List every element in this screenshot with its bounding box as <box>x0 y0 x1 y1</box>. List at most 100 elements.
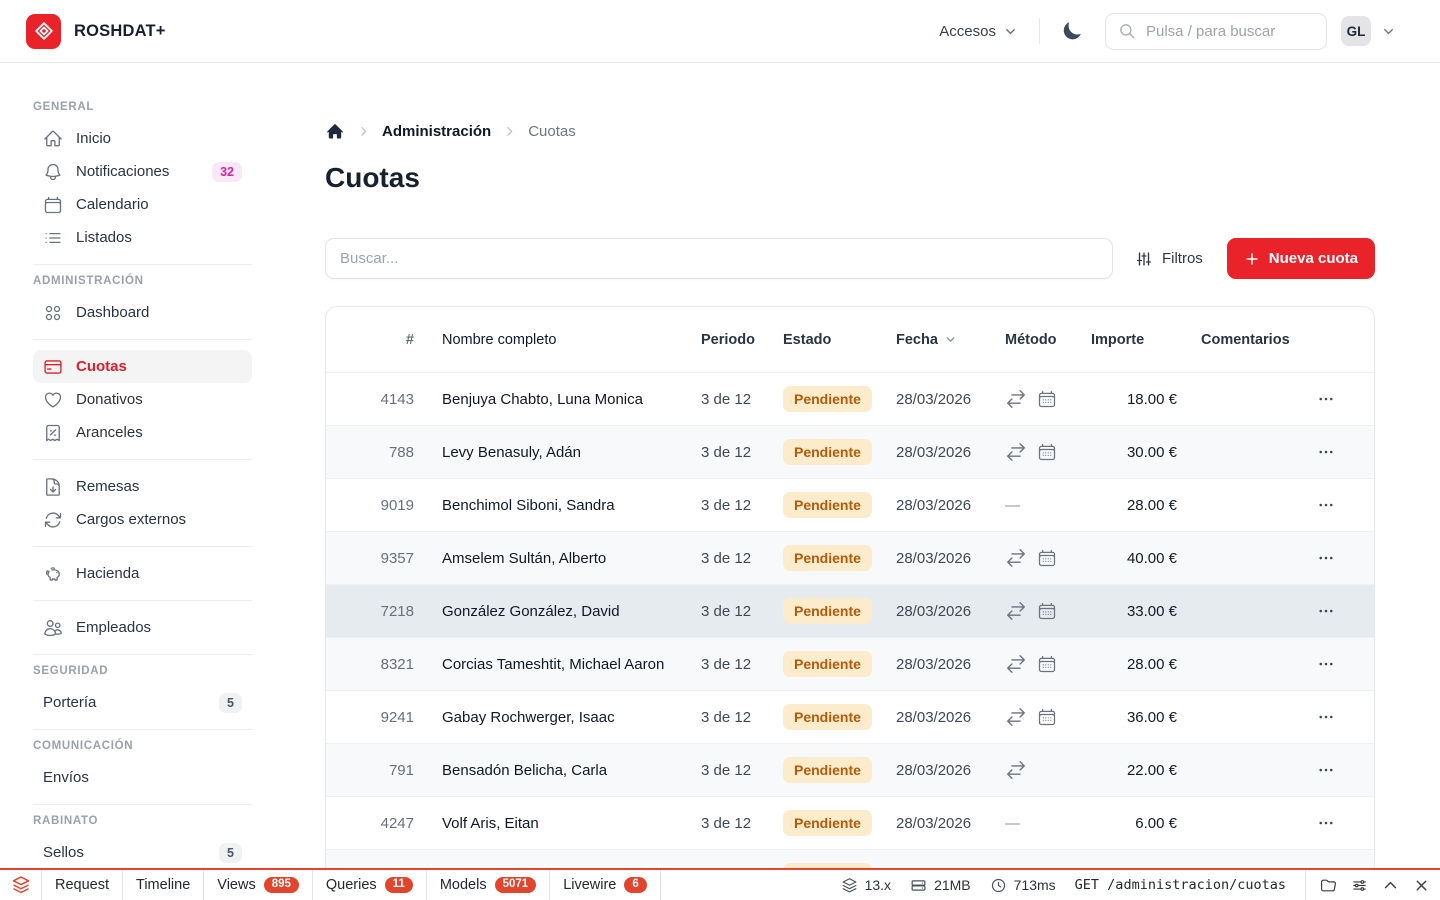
table-row[interactable]: 8321 Corcias Tameshtit, Michael Aaron 3 … <box>326 637 1374 690</box>
global-search[interactable] <box>1105 13 1327 50</box>
row-method <box>1005 388 1091 410</box>
sidebar-item-cuotas[interactable]: Cuotas <box>33 350 252 383</box>
sidebar-item-aranceles[interactable]: Aranceles <box>33 416 252 449</box>
row-actions-button[interactable] <box>1313 439 1339 465</box>
sidebar-divider <box>33 546 252 547</box>
sidebar-divider <box>33 339 252 340</box>
sidebar-divider <box>33 654 252 655</box>
sidebar-divider <box>33 264 252 265</box>
dark-mode-toggle[interactable] <box>1061 20 1083 42</box>
clock-icon <box>990 877 1007 894</box>
debugbar-stat: 21MB <box>910 877 971 894</box>
row-actions-button[interactable] <box>1313 598 1339 624</box>
sidebar-item-cargos-externos[interactable]: Cargos externos <box>33 503 252 536</box>
row-actions-button[interactable] <box>1313 757 1339 783</box>
col-header-status[interactable]: Estado <box>783 332 896 348</box>
sidebar-item-calendario[interactable]: Calendario <box>33 188 252 221</box>
debugbar-tab-request[interactable]: Request <box>42 870 123 900</box>
row-method: — <box>1005 815 1091 832</box>
debugbar-tab-views[interactable]: Views895 <box>204 870 313 900</box>
row-actions-button[interactable] <box>1313 810 1339 836</box>
row-amount: 28.00 € <box>1091 497 1201 514</box>
user-menu-chevron[interactable] <box>1381 24 1396 39</box>
debugbar-settings-button[interactable] <box>1345 871 1374 900</box>
table-search-input[interactable] <box>325 238 1113 279</box>
piggy-bank-icon <box>43 564 63 584</box>
filters-label: Filtros <box>1162 250 1203 267</box>
calendar-mini-icon <box>1037 442 1057 462</box>
sidebar-item-notificaciones[interactable]: Notificaciones 32 <box>33 155 252 188</box>
filters-icon <box>1135 250 1153 268</box>
calendar-mini-icon <box>1037 654 1057 674</box>
accesos-menu-button[interactable]: Accesos <box>939 23 1018 40</box>
debugbar-tab-livewire[interactable]: Livewire6 <box>550 870 661 900</box>
row-actions-button[interactable] <box>1313 704 1339 730</box>
sidebar-item-donativos[interactable]: Donativos <box>33 383 252 416</box>
table-row[interactable]: 9241 Gabay Rochwerger, Isaac 3 de 12 Pen… <box>326 690 1374 743</box>
breadcrumb-section[interactable]: Administración <box>382 123 491 140</box>
new-cuota-label: Nueva cuota <box>1269 250 1358 267</box>
debugbar-tab-models[interactable]: Models5071 <box>427 870 550 900</box>
laravel-debugbar-icon[interactable] <box>0 870 42 900</box>
col-header-id[interactable]: # <box>350 332 414 348</box>
sidebar-item-dashboard[interactable]: Dashboard <box>33 296 252 329</box>
col-header-name[interactable]: Nombre completo <box>414 332 701 348</box>
home-icon[interactable] <box>325 121 345 141</box>
sidebar-item-empleados[interactable]: Empleados <box>33 611 252 644</box>
sidebar-item-badge: 5 <box>219 843 242 863</box>
table-row[interactable]: 7218 González González, David 3 de 12 Pe… <box>326 584 1374 637</box>
col-header-comments[interactable]: Comentarios <box>1201 332 1301 348</box>
global-search-input[interactable] <box>1146 23 1314 40</box>
sidebar-item-envios[interactable]: Envíos <box>33 761 252 794</box>
new-cuota-button[interactable]: Nueva cuota <box>1227 238 1375 279</box>
sidebar-item-label: Inicio <box>76 130 111 147</box>
sidebar-item-hacienda[interactable]: Hacienda <box>33 557 252 590</box>
sidebar-item-remesas[interactable]: Remesas <box>33 470 252 503</box>
col-header-method[interactable]: Método <box>1005 332 1091 348</box>
document-down-icon <box>43 477 63 497</box>
table-row[interactable]: 4143 Benjuya Chabto, Luna Monica 3 de 12… <box>326 372 1374 425</box>
debugbar-tab-queries[interactable]: Queries11 <box>313 870 427 900</box>
row-actions-button[interactable] <box>1313 651 1339 677</box>
row-amount: 36.00 € <box>1091 709 1201 726</box>
search-icon <box>1118 22 1136 40</box>
status-badge: Pendiente <box>783 651 872 677</box>
debugbar-close-button[interactable] <box>1407 871 1436 900</box>
app-logo-icon[interactable] <box>26 14 61 49</box>
debugbar-folder-button[interactable] <box>1314 871 1343 900</box>
table-row[interactable]: 9357 Amselem Sultán, Alberto 3 de 12 Pen… <box>326 531 1374 584</box>
calendar-mini-icon <box>1037 707 1057 727</box>
request-path: GET /administracion/cuotas <box>1075 877 1286 893</box>
debugbar-collapse-button[interactable] <box>1376 871 1405 900</box>
col-header-date[interactable]: Fecha <box>896 332 1005 348</box>
user-avatar[interactable]: GL <box>1341 16 1371 46</box>
status-badge: Pendiente <box>783 386 872 412</box>
sidebar-item-sellos[interactable]: Sellos 5 <box>33 836 252 868</box>
col-header-period[interactable]: Periodo <box>701 332 783 348</box>
row-period: 3 de 12 <box>701 497 783 514</box>
col-header-amount[interactable]: Importe <box>1091 332 1201 348</box>
sidebar-item-porteria[interactable]: Portería 5 <box>33 686 252 719</box>
sidebar-item-listados[interactable]: Listados <box>33 221 252 254</box>
status-badge: Pendiente <box>783 492 872 518</box>
row-actions-button[interactable] <box>1313 386 1339 412</box>
sidebar-item-inicio[interactable]: Inicio <box>33 122 252 155</box>
debugbar-count-badge: 5071 <box>495 877 537 894</box>
filters-button[interactable]: Filtros <box>1135 250 1203 268</box>
table-row[interactable]: 791 Bensadón Belicha, Carla 3 de 12 Pend… <box>326 743 1374 796</box>
table-row[interactable]: Pendiente <box>326 849 1374 868</box>
sidebar-section-label: ADMINISTRACIÓN <box>33 275 252 287</box>
table-row[interactable]: 788 Levy Benasuly, Adán 3 de 12 Pendient… <box>326 425 1374 478</box>
row-actions-button[interactable] <box>1313 492 1339 518</box>
sidebar-section-label: GENERAL <box>33 101 252 113</box>
debugbar-tab-timeline[interactable]: Timeline <box>123 870 204 900</box>
table-row[interactable]: 4247 Volf Aris, Eitan 3 de 12 Pendiente … <box>326 796 1374 849</box>
sidebar-item-badge: 5 <box>219 693 242 713</box>
row-period: 3 de 12 <box>701 709 783 726</box>
row-amount: 40.00 € <box>1091 550 1201 567</box>
col-header-date-label: Fecha <box>896 332 938 348</box>
row-actions-button[interactable] <box>1313 545 1339 571</box>
table-row[interactable]: 9019 Benchimol Siboni, Sandra 3 de 12 Pe… <box>326 478 1374 531</box>
row-id: 8321 <box>350 656 414 673</box>
row-method <box>1005 759 1091 781</box>
